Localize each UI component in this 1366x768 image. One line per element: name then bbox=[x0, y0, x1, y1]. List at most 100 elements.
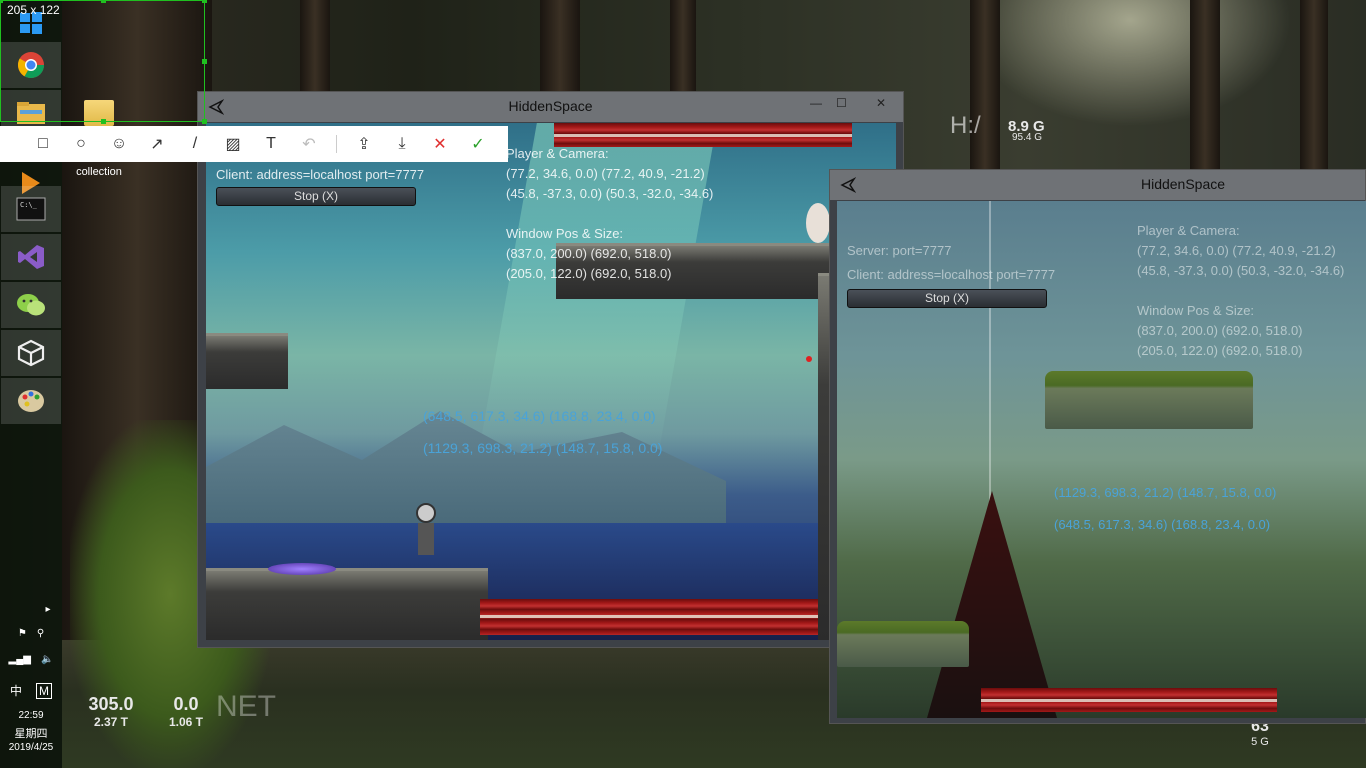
player-camera-label: Player & Camera: bbox=[1137, 223, 1240, 238]
resize-handle[interactable] bbox=[101, 0, 106, 3]
toolbar-divider bbox=[336, 135, 337, 153]
tray-ime-row: 中M bbox=[0, 682, 62, 699]
terminal-icon[interactable]: C:\_ bbox=[1, 186, 61, 232]
disk-sub: 95.4 G bbox=[1012, 132, 1043, 143]
network-icon[interactable]: ▂▄▆ bbox=[9, 654, 31, 665]
player-camera-line1: (77.2, 34.6, 0.0) (77.2, 40.9, -21.2) bbox=[1137, 243, 1336, 258]
blue-coords-1: (648.5, 617.3, 34.6) (168.8, 23.4, 0.0) bbox=[423, 408, 656, 424]
window-pos-line1: (837.0, 200.0) (692.0, 518.0) bbox=[1137, 323, 1303, 338]
tray-icons-row1: ⚑ ⚲ bbox=[0, 628, 62, 639]
player-camera-line2: (45.8, -37.3, 0.0) (50.3, -32.0, -34.6) bbox=[1137, 263, 1345, 278]
clock-date[interactable]: 2019/4/25 bbox=[0, 742, 62, 753]
net-monitor-right: 0.0 1.06 T bbox=[158, 694, 214, 729]
lava-bottom bbox=[981, 688, 1277, 712]
client-game-window: HiddenSpace — ☐ ✕ Client: address=localh… bbox=[197, 91, 904, 648]
red-dot bbox=[806, 356, 812, 362]
server-game-window: HiddenSpace Server: port=7777 Client: ad… bbox=[829, 169, 1366, 724]
window-pos-line2: (205.0, 122.0) (692.0, 518.0) bbox=[1137, 343, 1303, 358]
tray-icons-row2: ▂▄▆ 🔈 bbox=[0, 654, 62, 665]
rectangle-tool[interactable]: □ bbox=[24, 126, 62, 162]
grass-ledge-left bbox=[837, 621, 969, 667]
portal bbox=[268, 563, 336, 575]
disk-label: H:/ bbox=[950, 112, 981, 139]
lava-bottom bbox=[480, 599, 818, 635]
flag-icon[interactable]: ⚑ bbox=[18, 628, 27, 639]
net-left-value: 305.0 bbox=[88, 694, 134, 714]
resize-handle[interactable] bbox=[202, 119, 207, 124]
tree-trunk bbox=[970, 0, 1000, 175]
annotation-toolbar: □ ○ ☺ ↗ / ▨ T ↶ ⇪ ⤓ ✕ ✓ bbox=[0, 126, 508, 162]
blue-coords-1: (1129.3, 698.3, 21.2) (148.7, 15.8, 0.0) bbox=[1054, 485, 1277, 500]
br-sub: 5 G bbox=[1251, 736, 1269, 748]
client-info: Client: address=localhost port=7777 bbox=[847, 267, 1056, 282]
player-camera-line2: (45.8, -37.3, 0.0) (50.3, -32.0, -34.6) bbox=[506, 186, 714, 201]
tray-expand-icon[interactable]: ▸ bbox=[38, 604, 58, 615]
window-pos-label: Window Pos & Size: bbox=[506, 226, 624, 241]
tree-trunk bbox=[1300, 0, 1328, 175]
usb-icon[interactable]: ⚲ bbox=[37, 628, 44, 639]
emoji-tool[interactable]: ☺ bbox=[100, 126, 138, 162]
titlebar[interactable]: HiddenSpace — ☐ ✕ bbox=[198, 92, 903, 122]
clock-time[interactable]: 22:59 bbox=[0, 710, 62, 721]
confirm-button[interactable]: ✓ bbox=[459, 126, 497, 162]
blue-coords-2: (1129.3, 698.3, 21.2) (148.7, 15.8, 0.0) bbox=[423, 440, 663, 456]
player-character bbox=[414, 503, 438, 569]
arrow-tool[interactable]: ↗ bbox=[138, 126, 176, 162]
unity-icon[interactable] bbox=[1, 330, 61, 376]
tree-trunk bbox=[670, 0, 696, 100]
volume-muted-icon[interactable]: 🔈 bbox=[41, 654, 53, 665]
close-button[interactable]: ✕ bbox=[866, 96, 896, 110]
cancel-button[interactable]: ✕ bbox=[421, 126, 459, 162]
ime-indicator[interactable]: 中 bbox=[10, 684, 22, 698]
clock-weekday[interactable]: 星期四 bbox=[0, 725, 62, 741]
mosaic-tool[interactable]: ▨ bbox=[214, 126, 252, 162]
player-camera-line1: (77.2, 34.6, 0.0) (77.2, 40.9, -21.2) bbox=[506, 166, 705, 181]
selection-size-label: 205 x 122 bbox=[7, 3, 60, 17]
m-indicator[interactable]: M bbox=[36, 683, 52, 699]
net-right-value: 0.0 bbox=[173, 694, 199, 714]
save-button[interactable]: ⤓ bbox=[383, 126, 421, 162]
resize-handle[interactable] bbox=[202, 0, 207, 3]
svg-text:C:\_: C:\_ bbox=[20, 201, 38, 209]
rock-ground bbox=[206, 568, 488, 640]
tree-trunk bbox=[300, 0, 330, 100]
minimize-button[interactable]: — bbox=[810, 96, 822, 110]
wechat-icon[interactable] bbox=[1, 282, 61, 328]
game-viewport[interactable]: Client: address=localhost port=7777 Stop… bbox=[206, 123, 896, 640]
stop-button[interactable]: Stop (X) bbox=[847, 289, 1047, 308]
game-viewport[interactable]: Server: port=7777 Client: address=localh… bbox=[837, 201, 1366, 718]
net-left-sub: 2.37 T bbox=[93, 715, 129, 729]
net-right-sub: 1.06 T bbox=[168, 715, 204, 729]
tree-trunk bbox=[540, 0, 580, 100]
window-title: HiddenSpace bbox=[1140, 176, 1226, 192]
stop-button[interactable]: Stop (X) bbox=[216, 187, 416, 206]
text-tool[interactable]: T bbox=[252, 126, 290, 162]
rock-ledge-left bbox=[206, 333, 288, 389]
floating-grass-platform bbox=[1045, 371, 1253, 429]
paint-icon[interactable] bbox=[1, 378, 61, 424]
visual-studio-icon[interactable] bbox=[1, 234, 61, 280]
share-button[interactable]: ⇪ bbox=[345, 126, 383, 162]
tree-trunk bbox=[1190, 0, 1220, 175]
dark-spire bbox=[927, 491, 1057, 718]
maximize-button[interactable]: ☐ bbox=[836, 96, 847, 110]
client-info: Client: address=localhost port=7777 bbox=[216, 167, 425, 182]
angel-enemy bbox=[806, 203, 830, 243]
window-pos-line2: (205.0, 122.0) (692.0, 518.0) bbox=[506, 266, 672, 281]
undo-tool[interactable]: ↶ bbox=[290, 126, 328, 162]
window-title: HiddenSpace bbox=[508, 98, 593, 114]
pen-tool[interactable]: / bbox=[176, 126, 214, 162]
window-pos-label: Window Pos & Size: bbox=[1137, 303, 1255, 318]
ellipse-tool[interactable]: ○ bbox=[62, 126, 100, 162]
titlebar[interactable]: HiddenSpace bbox=[830, 170, 1365, 200]
player-camera-label: Player & Camera: bbox=[506, 146, 609, 161]
resize-handle[interactable] bbox=[101, 119, 106, 124]
capture-selection[interactable]: 205 x 122 bbox=[0, 0, 207, 124]
server-info: Server: port=7777 bbox=[847, 243, 952, 258]
net-label: NET bbox=[216, 690, 276, 723]
blue-coords-2: (648.5, 617.3, 34.6) (168.8, 23.4, 0.0) bbox=[1054, 517, 1271, 532]
net-monitor-left: 305.0 2.37 T bbox=[78, 694, 144, 729]
resize-handle[interactable] bbox=[202, 59, 207, 64]
window-pos-line1: (837.0, 200.0) (692.0, 518.0) bbox=[506, 246, 672, 261]
resize-handle[interactable] bbox=[0, 0, 3, 3]
